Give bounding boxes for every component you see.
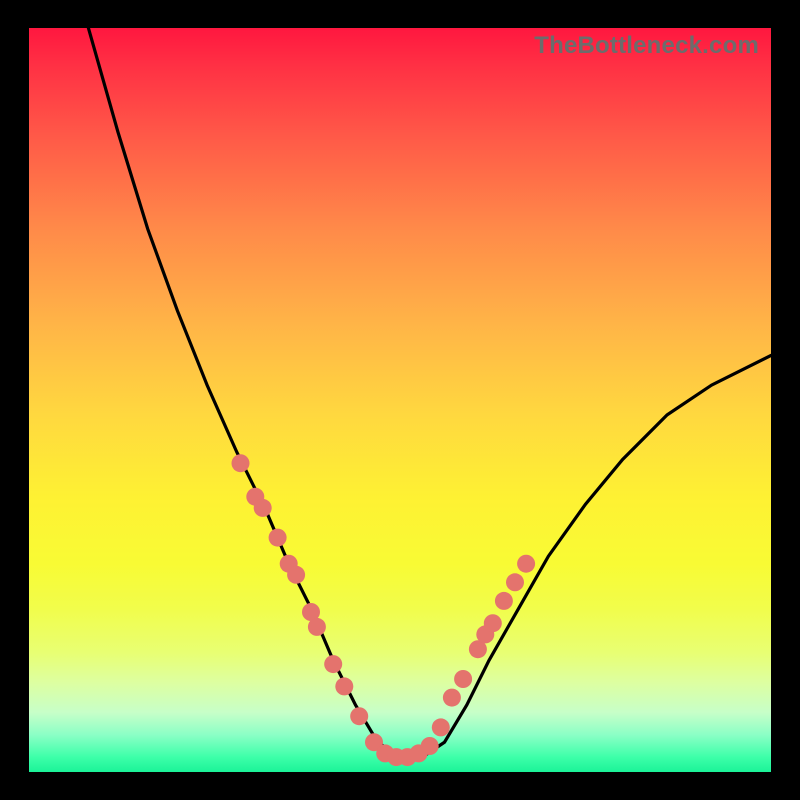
watermark-text: TheBottleneck.com <box>534 32 759 60</box>
chart-frame: TheBottleneck.com <box>29 28 771 772</box>
chart-gradient-background <box>29 28 771 772</box>
